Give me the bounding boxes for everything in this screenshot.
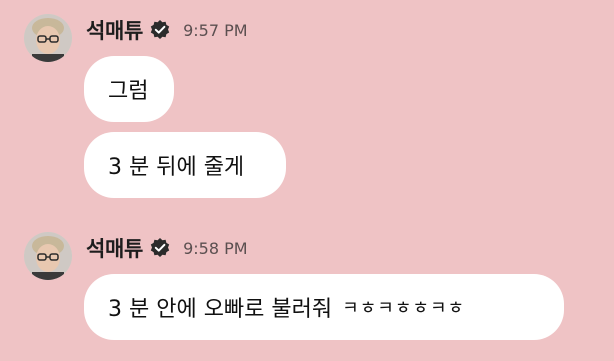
sender-name[interactable]: 석매튜 [86, 15, 143, 45]
message-text: 그럼 [108, 79, 149, 104]
message-text: 3 분 안에 오빠로 불러줘 [108, 297, 333, 322]
message-bubble[interactable]: 3 분 뒤에 줄게 [84, 132, 286, 198]
message-text: 3 분 뒤에 줄게 [108, 155, 245, 180]
timestamp: 9:58 PM [183, 238, 248, 258]
verified-badge-icon [149, 19, 171, 41]
message-group: 석매튜 9:57 PM 그럼 3 분 뒤에 줄게 [24, 14, 584, 204]
message-laugh-text: ㅋㅎㅋㅎㅎㅋㅎ [342, 298, 466, 319]
avatar[interactable] [24, 14, 72, 62]
message-bubble[interactable]: 3 분 안에 오빠로 불러줘 ㅋㅎㅋㅎㅎㅋㅎ [84, 274, 564, 340]
avatar-image [24, 14, 72, 62]
message-header: 석매튜 9:58 PM [86, 234, 248, 262]
message-group: 석매튜 9:58 PM 3 분 안에 오빠로 불러줘 ㅋㅎㅋㅎㅎㅋㅎ [24, 232, 594, 347]
avatar[interactable] [24, 232, 72, 280]
sender-name[interactable]: 석매튜 [86, 233, 143, 263]
avatar-image [24, 232, 72, 280]
message-bubble[interactable]: 그럼 [84, 56, 174, 122]
timestamp: 9:57 PM [183, 20, 248, 40]
message-header: 석매튜 9:57 PM [86, 16, 248, 44]
verified-badge-icon [149, 237, 171, 259]
